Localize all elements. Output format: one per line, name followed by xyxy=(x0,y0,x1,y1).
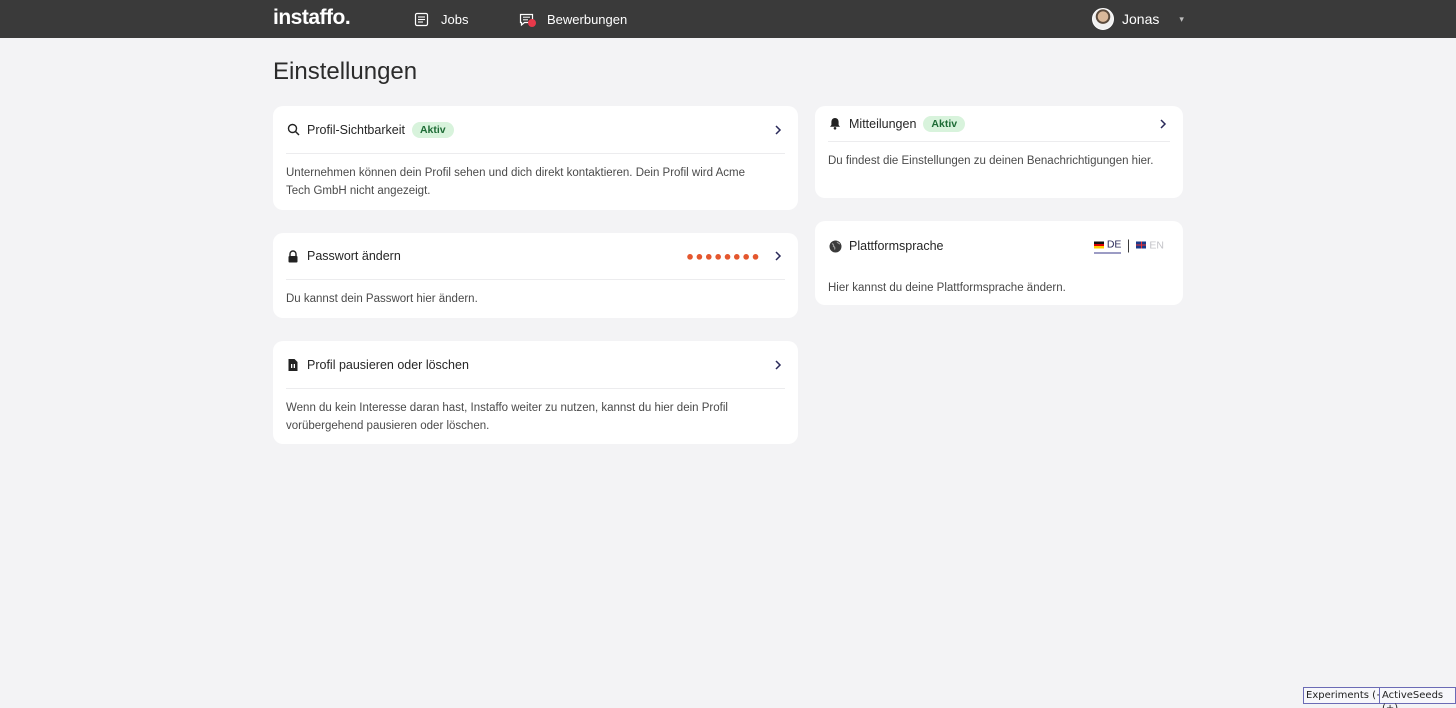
germany-flag-icon xyxy=(1093,241,1104,248)
password-card[interactable]: Passwort ändern ●●●●●●●● Du kannst dein … xyxy=(273,233,798,318)
avatar xyxy=(1092,8,1114,30)
language-option-de[interactable]: DE xyxy=(1093,238,1122,254)
chevron-right-icon[interactable] xyxy=(771,249,785,263)
notifications-card-header[interactable]: Mitteilungen Aktiv xyxy=(828,106,1170,142)
password-mask: ●●●●●●●● xyxy=(686,248,761,264)
notification-dot xyxy=(528,18,536,27)
document-list-icon xyxy=(414,12,429,27)
language-option-en[interactable]: EN xyxy=(1136,239,1164,253)
user-name: Jonas xyxy=(1122,11,1160,27)
bell-icon xyxy=(828,117,842,131)
language-description: Hier kannst du deine Plattformsprache än… xyxy=(828,282,1066,294)
user-menu[interactable]: Jonas ▾ xyxy=(1092,7,1184,31)
notifications-title: Mitteilungen xyxy=(849,116,917,131)
language-en-label: EN xyxy=(1149,239,1164,251)
language-switcher: DE EN xyxy=(1093,238,1164,254)
top-navigation-bar: instaffo. Jobs Bewerbungen Jonas ▾ xyxy=(0,0,1456,38)
search-icon xyxy=(286,123,300,137)
status-badge: Aktiv xyxy=(923,115,966,132)
language-card: Plattformsprache DE EN Hier kannst du de… xyxy=(815,221,1183,305)
visibility-card-header[interactable]: Profil-Sichtbarkeit Aktiv xyxy=(286,106,785,154)
nav-bewerbungen[interactable]: Bewerbungen xyxy=(519,0,627,38)
instaffo-logo[interactable]: instaffo. xyxy=(273,6,351,30)
page-title: Einstellungen xyxy=(273,58,418,85)
password-title: Passwort ändern xyxy=(307,249,401,263)
password-card-header[interactable]: Passwort ändern ●●●●●●●● xyxy=(286,233,785,280)
active-seeds-button[interactable]: ActiveSeeds (+) xyxy=(1379,687,1456,708)
nav-jobs-label: Jobs xyxy=(441,11,469,27)
status-badge: Aktiv xyxy=(411,121,454,138)
pause-title: Profil pausieren oder löschen xyxy=(307,357,469,372)
visibility-title: Profil-Sichtbarkeit xyxy=(307,122,405,137)
nav-bewerbungen-label: Bewerbungen xyxy=(547,11,628,27)
lock-icon xyxy=(286,249,300,263)
uk-flag-icon xyxy=(1136,241,1147,249)
pause-description: Wenn du kein Interesse daran hast, Insta… xyxy=(286,402,728,432)
chevron-right-icon[interactable] xyxy=(1156,117,1170,131)
chevron-right-icon[interactable] xyxy=(771,358,785,372)
chevron-down-icon: ▾ xyxy=(1179,13,1184,24)
visibility-description: Unternehmen können dein Profil sehen und… xyxy=(286,167,745,197)
chat-icon xyxy=(519,12,536,27)
notifications-description: Du findest die Einstellungen zu deinen B… xyxy=(828,155,1154,167)
language-de-label: DE xyxy=(1106,238,1122,251)
language-title: Plattformsprache xyxy=(849,239,944,253)
pause-card-header[interactable]: Profil pausieren oder löschen xyxy=(286,341,785,389)
chevron-right-icon[interactable] xyxy=(771,123,785,137)
language-divider xyxy=(1128,239,1130,253)
pause-card[interactable]: Profil pausieren oder löschen Wenn du ke… xyxy=(273,341,798,444)
visibility-card[interactable]: Profil-Sichtbarkeit Aktiv Unternehmen kö… xyxy=(273,106,798,210)
language-card-header: Plattformsprache DE EN xyxy=(828,221,1170,271)
notifications-card[interactable]: Mitteilungen Aktiv Du findest die Einste… xyxy=(815,106,1183,198)
nav-jobs[interactable]: Jobs xyxy=(414,0,468,38)
password-description: Du kannst dein Passwort hier ändern. xyxy=(286,293,478,305)
globe-icon xyxy=(828,239,842,253)
file-pause-icon xyxy=(286,358,300,372)
